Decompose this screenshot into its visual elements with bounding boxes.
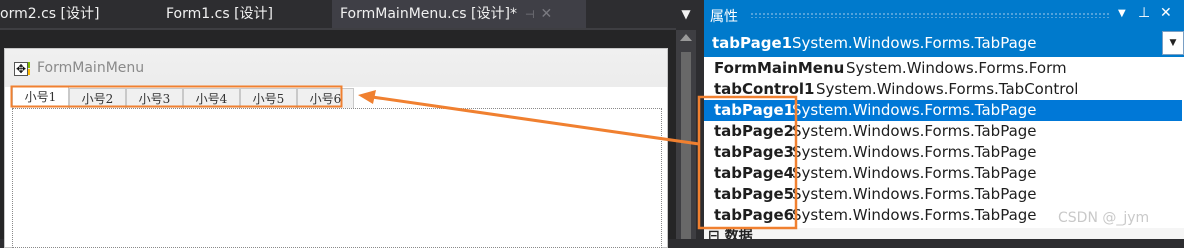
- watermark: CSDN @_jym: [1058, 210, 1150, 226]
- tab-page-header-6[interactable]: 小号6: [297, 88, 354, 108]
- item-name: FormMainMenu: [714, 59, 845, 77]
- document-tab-strip: orm2.cs [设计] Form1.cs [设计] FormMainMenu.…: [0, 0, 696, 28]
- item-type: System.Windows.Forms.Form: [846, 59, 1067, 77]
- tab-overflow-dropdown-icon[interactable]: ▼: [676, 0, 696, 28]
- list-item-formmainmenu[interactable]: FormMainMenu System.Windows.Forms.Form: [704, 58, 1182, 79]
- panel-menu-dropdown-icon[interactable]: ▼: [1118, 8, 1126, 19]
- panel-grip[interactable]: [750, 12, 1110, 18]
- tab-page-header-1[interactable]: 小号1: [12, 86, 69, 109]
- item-type: System.Windows.Forms.TabPage: [792, 143, 1037, 161]
- properties-title: 属性: [710, 9, 738, 25]
- scrollbar-thumb[interactable]: [681, 52, 691, 239]
- pin-icon[interactable]: ⊣: [525, 8, 535, 21]
- item-name: tabPage6: [714, 206, 795, 224]
- item-name: tabPage2: [714, 122, 795, 140]
- item-name: tabControl1: [714, 80, 815, 98]
- item-name: tabPage4: [714, 164, 795, 182]
- designer-surface: FormMainMenu 小号1 小号2 小号3 小号4 小号5 小号6: [0, 30, 676, 248]
- object-selector[interactable]: tabPage1 System.Windows.Forms.TabPage: [704, 30, 1184, 56]
- tab-page-body[interactable]: [12, 108, 662, 248]
- form-title: FormMainMenu: [37, 60, 145, 76]
- list-item-tabpage1[interactable]: tabPage1 System.Windows.Forms.TabPage: [704, 100, 1182, 121]
- close-icon[interactable]: ✕: [1160, 5, 1172, 21]
- pin-icon[interactable]: ⊥: [1138, 5, 1150, 21]
- list-item-tabpage4[interactable]: tabPage4 System.Windows.Forms.TabPage: [704, 163, 1182, 184]
- list-item-tabpage3[interactable]: tabPage3 System.Windows.Forms.TabPage: [704, 142, 1182, 163]
- category-name: 数据: [724, 228, 753, 239]
- scroll-up-icon[interactable]: [680, 34, 692, 41]
- property-grid-strip: [704, 228, 1184, 239]
- selected-object-name: tabPage1: [712, 34, 793, 52]
- item-name: tabPage1: [714, 101, 795, 119]
- tab-page-header-4[interactable]: 小号4: [183, 88, 240, 108]
- tab-label: Form1.cs [设计]: [166, 6, 273, 22]
- form-window[interactable]: FormMainMenu 小号1 小号2 小号3 小号4 小号5 小号6: [4, 48, 668, 248]
- tab-page-header-2[interactable]: 小号2: [69, 88, 126, 108]
- item-name: tabPage3: [714, 143, 795, 161]
- list-item-tabpage2[interactable]: tabPage2 System.Windows.Forms.TabPage: [704, 121, 1182, 142]
- item-type: System.Windows.Forms.TabPage: [792, 206, 1037, 224]
- tab-page-header-5[interactable]: 小号5: [240, 88, 297, 108]
- item-type: System.Windows.Forms.TabControl: [816, 80, 1079, 98]
- item-type: System.Windows.Forms.TabPage: [792, 185, 1037, 203]
- properties-header: 属性 ▼ ⊥ ✕: [704, 0, 1184, 30]
- tab-formmainmenu-design[interactable]: FormMainMenu.cs [设计]* ⊣ ✕: [332, 0, 586, 28]
- tab-form2-design[interactable]: orm2.cs [设计]: [0, 0, 150, 28]
- object-dropdown-list: FormMainMenu System.Windows.Forms.Form t…: [704, 56, 1184, 229]
- object-selector-dropdown-icon[interactable]: ▼: [1162, 31, 1184, 55]
- tab-label: FormMainMenu.cs [设计]*: [340, 6, 517, 22]
- designer-vertical-scrollbar[interactable]: [676, 30, 696, 239]
- form-titlebar: FormMainMenu: [5, 49, 667, 87]
- item-type: System.Windows.Forms.TabPage: [792, 122, 1037, 140]
- properties-panel: 属性 ▼ ⊥ ✕ tabPage1 System.Windows.Forms.T…: [704, 0, 1184, 239]
- move-handle-icon[interactable]: ✥: [14, 62, 28, 76]
- close-icon[interactable]: ✕: [541, 6, 553, 22]
- tab-label: orm2.cs [设计]: [0, 6, 100, 22]
- tab-page-header-3[interactable]: 小号3: [126, 88, 183, 108]
- tab-form1-design[interactable]: Form1.cs [设计]: [166, 0, 316, 28]
- item-type: System.Windows.Forms.TabPage: [792, 101, 1037, 119]
- item-name: tabPage5: [714, 185, 795, 203]
- list-item-tabpage5[interactable]: tabPage5 System.Windows.Forms.TabPage: [704, 184, 1182, 205]
- list-item-tabcontrol1[interactable]: tabControl1 System.Windows.Forms.TabCont…: [704, 79, 1182, 100]
- tab-control[interactable]: 小号1 小号2 小号3 小号4 小号5 小号6: [12, 86, 662, 248]
- category-data-label[interactable]: ⊟ 数据: [708, 228, 753, 239]
- selected-object-type: System.Windows.Forms.TabPage: [792, 34, 1037, 52]
- item-type: System.Windows.Forms.TabPage: [792, 164, 1037, 182]
